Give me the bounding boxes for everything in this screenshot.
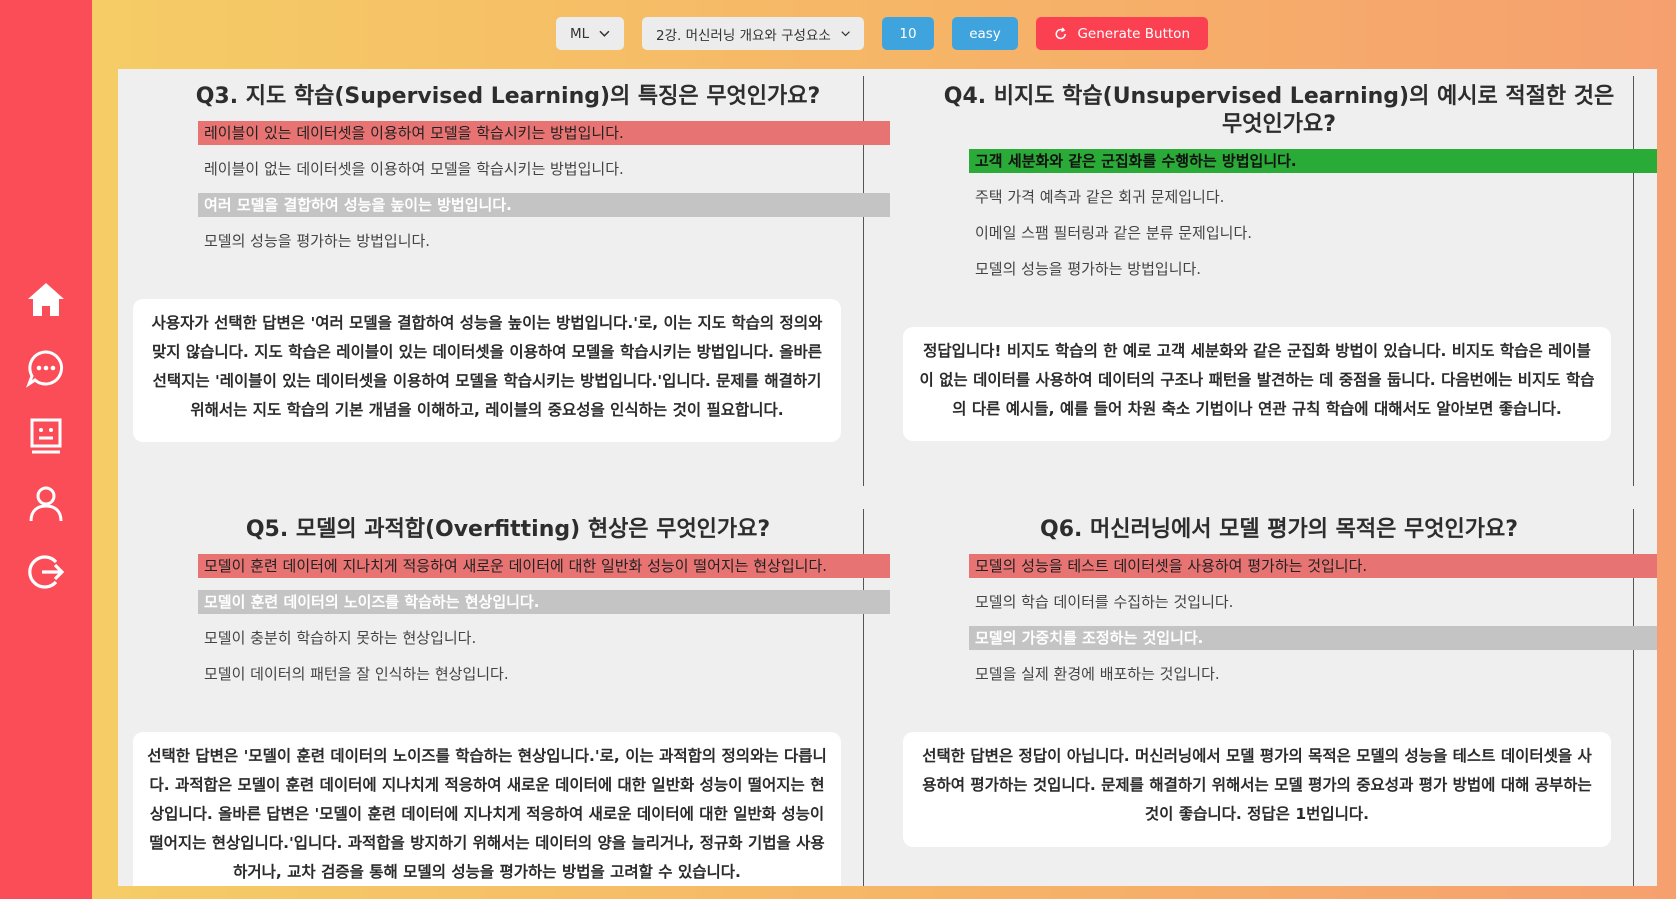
answer-option[interactable]: 모델의 학습 데이터를 수집하는 것입니다. <box>969 590 1657 614</box>
question-title: Q3. 지도 학습(Supervised Learning)의 특징은 무엇인가… <box>195 84 821 109</box>
chevron-down-icon <box>599 30 610 37</box>
home-icon[interactable] <box>24 278 68 322</box>
answer-option[interactable]: 레이블이 있는 데이터셋을 이용하여 모델을 학습시키는 방법입니다. <box>198 121 890 145</box>
user-icon[interactable] <box>24 482 68 526</box>
lecture-select[interactable]: 2강. 머신러닝 개요와 구성요소 <box>642 17 864 50</box>
subject-select[interactable]: ML <box>556 17 624 50</box>
feedback-text: 사용자가 선택한 답변은 '여러 모델을 결합하여 성능을 높이는 방법입니다.… <box>151 314 823 419</box>
chat-icon[interactable] <box>24 346 68 390</box>
answer-option[interactable]: 모델의 성능을 평가하는 방법입니다. <box>198 229 890 253</box>
answer-option[interactable]: 고객 세분화와 같은 군집화를 수행하는 방법입니다. <box>969 149 1657 173</box>
question-card: Q5. 모델의 과적합(Overfitting) 현상은 무엇인가요? 모델이 … <box>158 516 890 698</box>
answer-option[interactable]: 모델이 훈련 데이터에 지나치게 적응하여 새로운 데이터에 대한 일반화 성능… <box>198 554 890 578</box>
subject-label: ML <box>570 25 590 42</box>
generate-button[interactable]: Generate Button <box>1036 17 1208 50</box>
column-divider <box>1633 76 1634 486</box>
question-card: Q6. 머신러닝에서 모델 평가의 목적은 무엇인가요? 모델의 성능을 테스트… <box>929 516 1657 698</box>
answer-option[interactable]: 여러 모델을 결합하여 성능을 높이는 방법입니다. <box>198 193 890 217</box>
answer-option[interactable]: 모델의 가중치를 조정하는 것입니다. <box>969 626 1657 650</box>
answer-option[interactable]: 모델이 훈련 데이터의 노이즈를 학습하는 현상입니다. <box>198 590 890 614</box>
answer-option[interactable]: 모델을 실제 환경에 배포하는 것입니다. <box>969 662 1657 686</box>
feedback-box: 사용자가 선택한 답변은 '여러 모델을 결합하여 성능을 높이는 방법입니다.… <box>133 299 841 442</box>
difficulty-button[interactable]: easy <box>952 17 1018 50</box>
toolbar: ML 2강. 머신러닝 개요와 구성요소 10 easy Generate Bu… <box>556 17 1208 50</box>
question-card: Q4. 비지도 학습(Unsupervised Learning)의 예시로 적… <box>929 83 1657 293</box>
feedback-box: 선택한 답변은 '모델이 훈련 데이터의 노이즈를 학습하는 현상입니다.'로,… <box>133 732 841 886</box>
feedback-text: 정답입니다! 비지도 학습의 한 예로 고객 세분화와 같은 군집화 방법이 있… <box>919 342 1595 418</box>
chevron-down-icon <box>841 30 850 36</box>
feedback-text: 선택한 답변은 정답이 아닙니다. 머신러닝에서 모델 평가의 목적은 모델의 … <box>922 747 1592 823</box>
question-title: Q5. 모델의 과적합(Overfitting) 현상은 무엇인가요? <box>245 517 771 542</box>
answer-option[interactable]: 레이블이 없는 데이터셋을 이용하여 모델을 학습시키는 방법입니다. <box>198 157 890 181</box>
quiz-icon[interactable] <box>24 414 68 458</box>
question-count-button[interactable]: 10 <box>882 17 934 50</box>
question-title: Q4. 비지도 학습(Unsupervised Learning)의 예시로 적… <box>943 84 1615 137</box>
answer-option[interactable]: 이메일 스팸 필터링과 같은 분류 문제입니다. <box>969 221 1657 245</box>
question-count-label: 10 <box>899 25 917 42</box>
feedback-box: 정답입니다! 비지도 학습의 한 예로 고객 세분화와 같은 군집화 방법이 있… <box>903 327 1611 441</box>
answer-option[interactable]: 모델이 충분히 학습하지 못하는 현상입니다. <box>198 626 890 650</box>
answer-option[interactable]: 주택 가격 예측과 같은 회귀 문제입니다. <box>969 185 1657 209</box>
sidebar <box>0 0 92 899</box>
question-card: Q3. 지도 학습(Supervised Learning)의 특징은 무엇인가… <box>158 83 890 265</box>
logout-icon[interactable] <box>24 550 68 594</box>
lecture-label: 2강. 머신러닝 개요와 구성요소 <box>656 27 831 44</box>
feedback-text: 선택한 답변은 '모델이 훈련 데이터의 노이즈를 학습하는 현상입니다.'로,… <box>147 747 827 881</box>
answer-option[interactable]: 모델의 성능을 평가하는 방법입니다. <box>969 257 1657 281</box>
answer-option[interactable]: 모델의 성능을 테스트 데이터셋을 사용하여 평가하는 것입니다. <box>969 554 1657 578</box>
question-title: Q6. 머신러닝에서 모델 평가의 목적은 무엇인가요? <box>1040 517 1518 542</box>
refresh-icon <box>1055 27 1066 39</box>
difficulty-label: easy <box>969 25 1001 42</box>
feedback-box: 선택한 답변은 정답이 아닙니다. 머신러닝에서 모델 평가의 목적은 모델의 … <box>903 732 1611 847</box>
quiz-panel: Q3. 지도 학습(Supervised Learning)의 특징은 무엇인가… <box>118 69 1657 886</box>
generate-label: Generate Button <box>1077 25 1190 42</box>
answer-option[interactable]: 모델이 데이터의 패턴을 잘 인식하는 현상입니다. <box>198 662 890 686</box>
